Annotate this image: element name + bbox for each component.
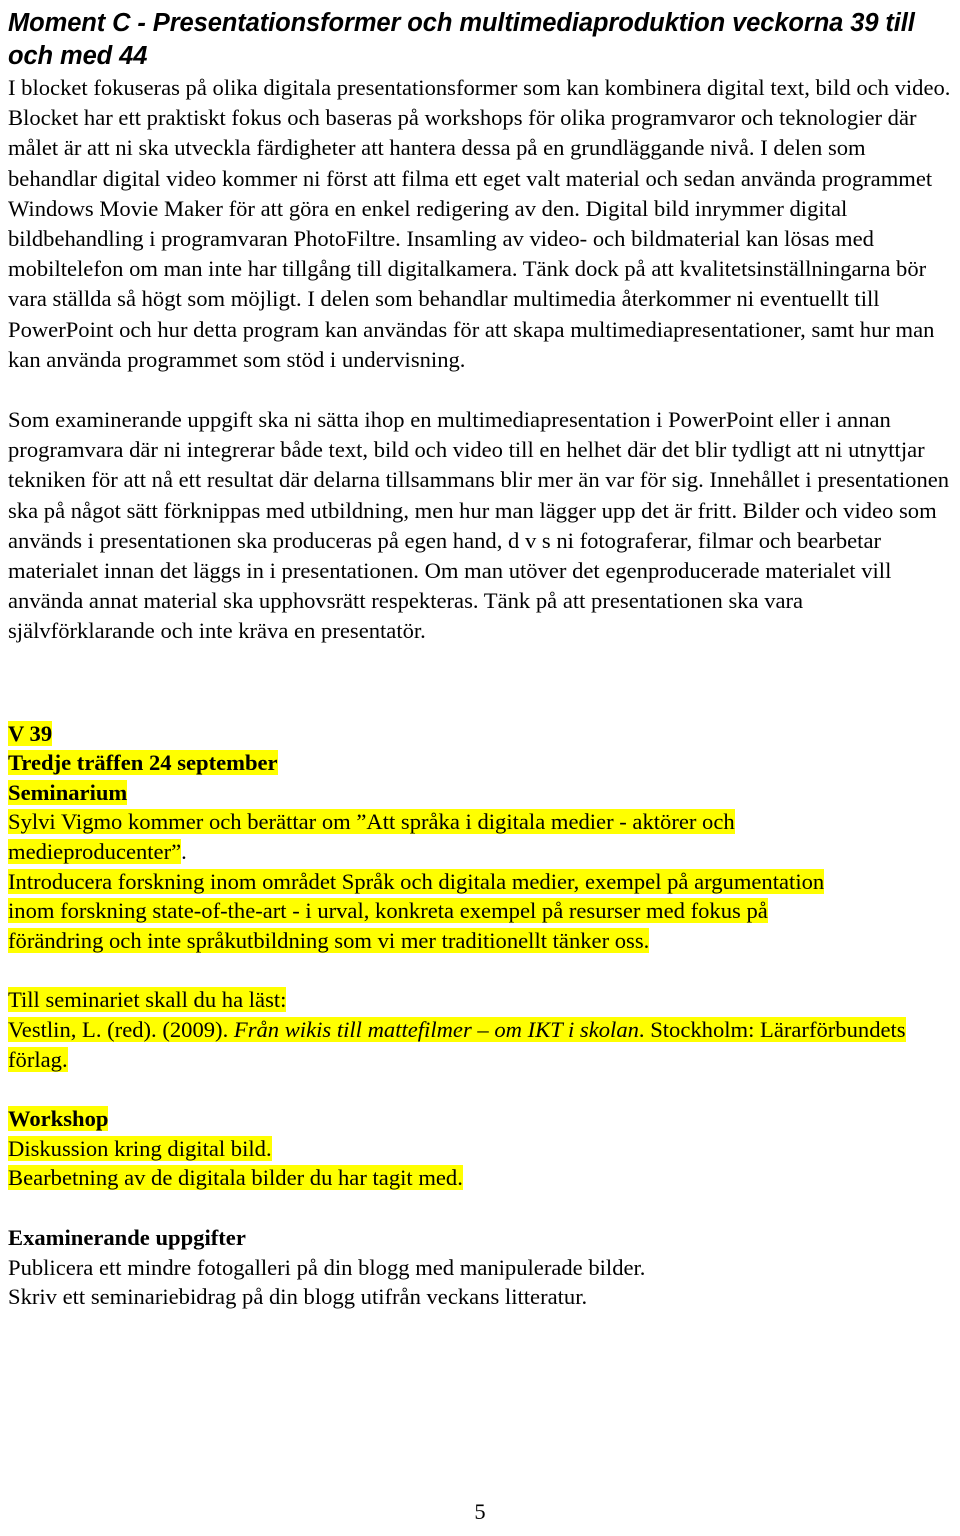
intro-paragraph: I blocket fokuseras på olika digitala pr… [8, 73, 952, 375]
citation-line: förlag. [8, 1045, 952, 1075]
workshop-section: Workshop Diskussion kring digital bild. … [8, 1104, 952, 1193]
meeting-label: Tredje träffen 24 september [8, 750, 278, 776]
citation-continuation: förlag. [8, 1046, 68, 1072]
description-text: förändring och inte språkutbildning som … [8, 927, 650, 953]
page-title-line-1: Moment C - Presentationsformer och multi… [8, 9, 726, 37]
examination-item: Publicera ett mindre fotogalleri på din … [8, 1254, 646, 1280]
description-line: inom forskning state-of-the-art - i urva… [8, 896, 952, 926]
description-text: inom forskning state-of-the-art - i urva… [8, 898, 768, 924]
workshop-item-line: Diskussion kring digital bild. [8, 1134, 952, 1164]
page-title: Moment C - Presentationsformer och multi… [8, 0, 938, 73]
assignment-paragraph: Som examinerande uppgift ska ni sätta ih… [8, 405, 952, 647]
assignment-line: Som examinerande uppgift ska ni sätta ih… [8, 407, 832, 433]
reading-section: Till seminariet skall du ha läst: Vestli… [8, 985, 952, 1074]
citation-prefix: Vestlin, L. (red). (2009). [8, 1017, 234, 1042]
seminar-text-line: medieproducenter”. [8, 837, 952, 867]
document-page: Moment C - Presentationsformer och multi… [0, 0, 960, 1536]
description-line: Introducera forskning inom området Språk… [8, 867, 952, 897]
page-number: 5 [474, 1499, 486, 1524]
seminar-label-line: Seminarium [8, 778, 952, 808]
week-label-line: V 39 [8, 719, 952, 749]
document-content: Moment C - Presentationsformer och multi… [8, 0, 952, 1312]
week-39-section: V 39 Tredje träffen 24 september Seminar… [8, 719, 952, 956]
assignment-line: presentatör. [321, 618, 426, 644]
intro-line: programmet som stöd i undervisning. [127, 346, 466, 372]
examination-heading: Examinerande uppgifter [8, 1224, 246, 1250]
workshop-heading: Workshop [8, 1106, 109, 1132]
seminar-text: medieproducenter” [8, 839, 182, 865]
description-text: Introducera forskning inom området Språk… [8, 868, 825, 894]
workshop-item-line: Bearbetning av de digitala bilder du har… [8, 1163, 952, 1193]
reading-heading: Till seminariet skall du ha läst: [8, 987, 287, 1013]
reading-heading-line: Till seminariet skall du ha läst: [8, 985, 952, 1015]
citation: Vestlin, L. (red). (2009). Från wikis ti… [8, 1017, 906, 1042]
examination-item: Skriv ett seminariebidrag på din blogg u… [8, 1284, 588, 1310]
examination-section: Examinerande uppgifter Publicera ett min… [8, 1223, 952, 1312]
citation-suffix: . Stockholm: Lärarförbundets [638, 1017, 906, 1042]
description-line: förändring och inte språkutbildning som … [8, 926, 952, 956]
intro-line: I blocket fokuseras på olika digitala pr… [8, 75, 851, 100]
seminar-text: Sylvi Vigmo kommer och berättar om ”Att … [8, 809, 735, 835]
week-label: V 39 [8, 720, 53, 746]
workshop-item: Bearbetning av de digitala bilder du har… [8, 1165, 463, 1191]
seminar-text-line: Sylvi Vigmo kommer och berättar om ”Att … [8, 807, 952, 837]
citation-title: Från wikis till mattefilmer – om IKT i s… [233, 1017, 639, 1042]
workshop-heading-line: Workshop [8, 1104, 952, 1134]
workshop-item: Diskussion kring digital bild. [8, 1135, 272, 1161]
seminar-label: Seminarium [8, 779, 128, 805]
citation-line: Vestlin, L. (red). (2009). Från wikis ti… [8, 1015, 952, 1045]
meeting-label-line: Tredje träffen 24 september [8, 748, 952, 778]
seminar-trailing-period: . [181, 839, 187, 865]
